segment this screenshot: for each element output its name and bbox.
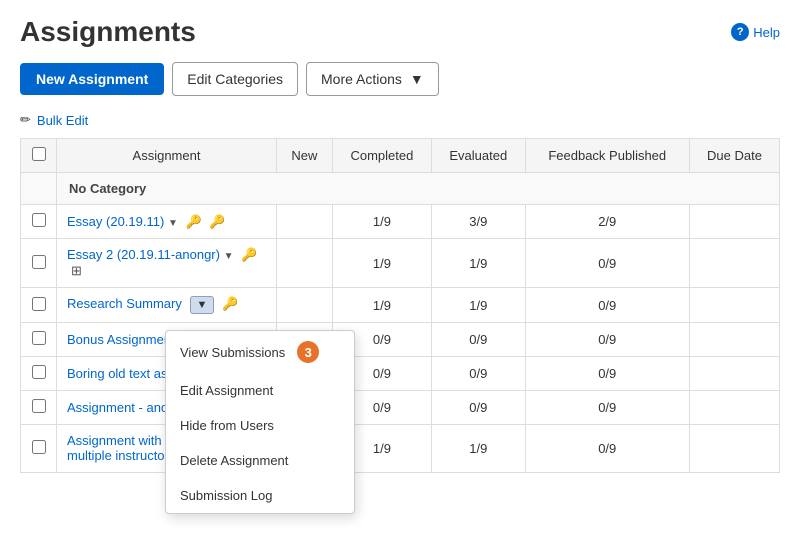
row-checkbox[interactable]: [32, 297, 46, 311]
more-actions-button[interactable]: More Actions ▼: [306, 62, 439, 96]
table-row: Boring old text assig0/90/90/9: [21, 357, 780, 391]
col-feedback-published: 2/9: [525, 205, 690, 239]
assignment-link[interactable]: Research Summary: [67, 296, 182, 311]
col-feedback-published: 0/9: [525, 239, 690, 288]
col-due-date: [690, 391, 780, 425]
col-header-evaluated: Evaluated: [432, 139, 525, 173]
col-due-date: [690, 239, 780, 288]
col-header-assignment: Assignment: [57, 139, 277, 173]
row-checkbox[interactable]: [32, 440, 46, 454]
row-checkbox[interactable]: [32, 213, 46, 227]
table-row: Assignment with anmultiple instructors ▼…: [21, 425, 780, 473]
row-checkbox-cell: [21, 391, 57, 425]
col-feedback-published: 0/9: [525, 357, 690, 391]
edit-categories-button[interactable]: Edit Categories: [172, 62, 298, 96]
col-due-date: [690, 425, 780, 473]
pencil-icon: ✏: [20, 112, 31, 128]
chevron-down-icon: ▼: [168, 218, 178, 229]
col-new: [277, 239, 333, 288]
dropdown-item-delete-assignment[interactable]: Delete Assignment: [166, 443, 354, 478]
help-icon: ?: [731, 23, 749, 41]
badge: 3: [297, 341, 319, 363]
row-checkbox-cell: [21, 288, 57, 323]
row-checkbox-cell: [21, 357, 57, 391]
grid-icon: ⊞: [71, 263, 82, 278]
bulk-edit-bar: ✏ Bulk Edit: [20, 112, 780, 128]
row-checkbox[interactable]: [32, 255, 46, 269]
table-row: Essay 2 (20.19.11-anongr) ▼ 🔑 ⊞1/91/90/9: [21, 239, 780, 288]
key-icon: 🔑: [209, 214, 225, 229]
row-checkbox-cell: [21, 425, 57, 473]
col-completed: 1/9: [332, 288, 431, 323]
col-evaluated: 0/9: [432, 357, 525, 391]
chevron-down-icon: ▼: [410, 71, 424, 87]
assignment-dropdown-button[interactable]: ▼: [190, 296, 215, 314]
assignment-link[interactable]: Essay 2 (20.19.11-anongr): [67, 247, 220, 262]
col-completed: 1/9: [332, 239, 431, 288]
key-icon: 🔑: [241, 247, 257, 262]
col-evaluated: 1/9: [432, 239, 525, 288]
assignment-name-cell: Essay 2 (20.19.11-anongr) ▼ 🔑 ⊞: [57, 239, 277, 288]
col-due-date: [690, 323, 780, 357]
col-evaluated: 1/9: [432, 288, 525, 323]
category-label: No Category: [57, 173, 780, 205]
col-due-date: [690, 288, 780, 323]
assignment-dropdown-menu: View Submissions 3 Edit Assignment Hide fr…: [165, 330, 355, 514]
toolbar: New Assignment Edit Categories More Acti…: [20, 62, 780, 96]
table-row: Essay (20.19.11) ▼ 🔑 🔑 1/93/92/9: [21, 205, 780, 239]
col-header-new: New: [277, 139, 333, 173]
col-feedback-published: 0/9: [525, 425, 690, 473]
dropdown-item-submission-log[interactable]: Submission Log: [166, 478, 354, 513]
key-icon: 🔑: [185, 214, 201, 229]
assignment-link[interactable]: Assignment with anmultiple instructors: [67, 433, 180, 463]
col-evaluated: 1/9: [432, 425, 525, 473]
col-new: [277, 205, 333, 239]
category-row: No Category: [21, 173, 780, 205]
row-checkbox[interactable]: [32, 331, 46, 345]
col-header-feedback-published: Feedback Published: [525, 139, 690, 173]
dropdown-item-hide-from-users[interactable]: Hide from Users: [166, 408, 354, 443]
table-row: Bonus Assignment (0/90/90/9: [21, 323, 780, 357]
dropdown-item-label: View Submissions: [180, 345, 285, 360]
key-icon: 🔑: [222, 296, 238, 311]
more-actions-label: More Actions: [321, 71, 402, 87]
row-checkbox-cell: [21, 205, 57, 239]
table-row: Assignment - anony0/90/90/9: [21, 391, 780, 425]
dropdown-item-label: Hide from Users: [180, 418, 274, 433]
col-feedback-published: 0/9: [525, 391, 690, 425]
row-checkbox-cell: [21, 323, 57, 357]
chevron-down-icon: ▼: [224, 251, 234, 262]
col-evaluated: 0/9: [432, 391, 525, 425]
help-label: Help: [753, 25, 780, 40]
col-header-due-date: Due Date: [690, 139, 780, 173]
col-evaluated: 3/9: [432, 205, 525, 239]
row-checkbox[interactable]: [32, 365, 46, 379]
table-row: Research Summary ▼ 🔑1/91/90/9: [21, 288, 780, 323]
col-feedback-published: 0/9: [525, 288, 690, 323]
col-evaluated: 0/9: [432, 323, 525, 357]
new-assignment-button[interactable]: New Assignment: [20, 63, 164, 95]
select-all-header: [21, 139, 57, 173]
page-title: Assignments: [20, 16, 196, 48]
col-feedback-published: 0/9: [525, 323, 690, 357]
col-header-completed: Completed: [332, 139, 431, 173]
help-link[interactable]: ? Help: [731, 23, 780, 41]
bulk-edit-link[interactable]: Bulk Edit: [37, 113, 88, 128]
assignment-link[interactable]: Essay (20.19.11): [67, 214, 164, 229]
dropdown-item-view-submissions[interactable]: View Submissions 3: [166, 331, 354, 373]
dropdown-item-label: Delete Assignment: [180, 453, 288, 468]
col-due-date: [690, 205, 780, 239]
assignment-name-cell: Essay (20.19.11) ▼ 🔑 🔑: [57, 205, 277, 239]
dropdown-item-edit-assignment[interactable]: Edit Assignment: [166, 373, 354, 408]
assignment-name-cell: Research Summary ▼ 🔑: [57, 288, 277, 323]
select-all-checkbox[interactable]: [32, 147, 46, 161]
dropdown-item-label: Submission Log: [180, 488, 273, 503]
assignment-table: Assignment New Completed Evaluated Feedb…: [20, 138, 780, 473]
col-completed: 1/9: [332, 205, 431, 239]
row-checkbox-cell: [21, 239, 57, 288]
col-new: [277, 288, 333, 323]
dropdown-item-label: Edit Assignment: [180, 383, 273, 398]
col-due-date: [690, 357, 780, 391]
row-checkbox[interactable]: [32, 399, 46, 413]
